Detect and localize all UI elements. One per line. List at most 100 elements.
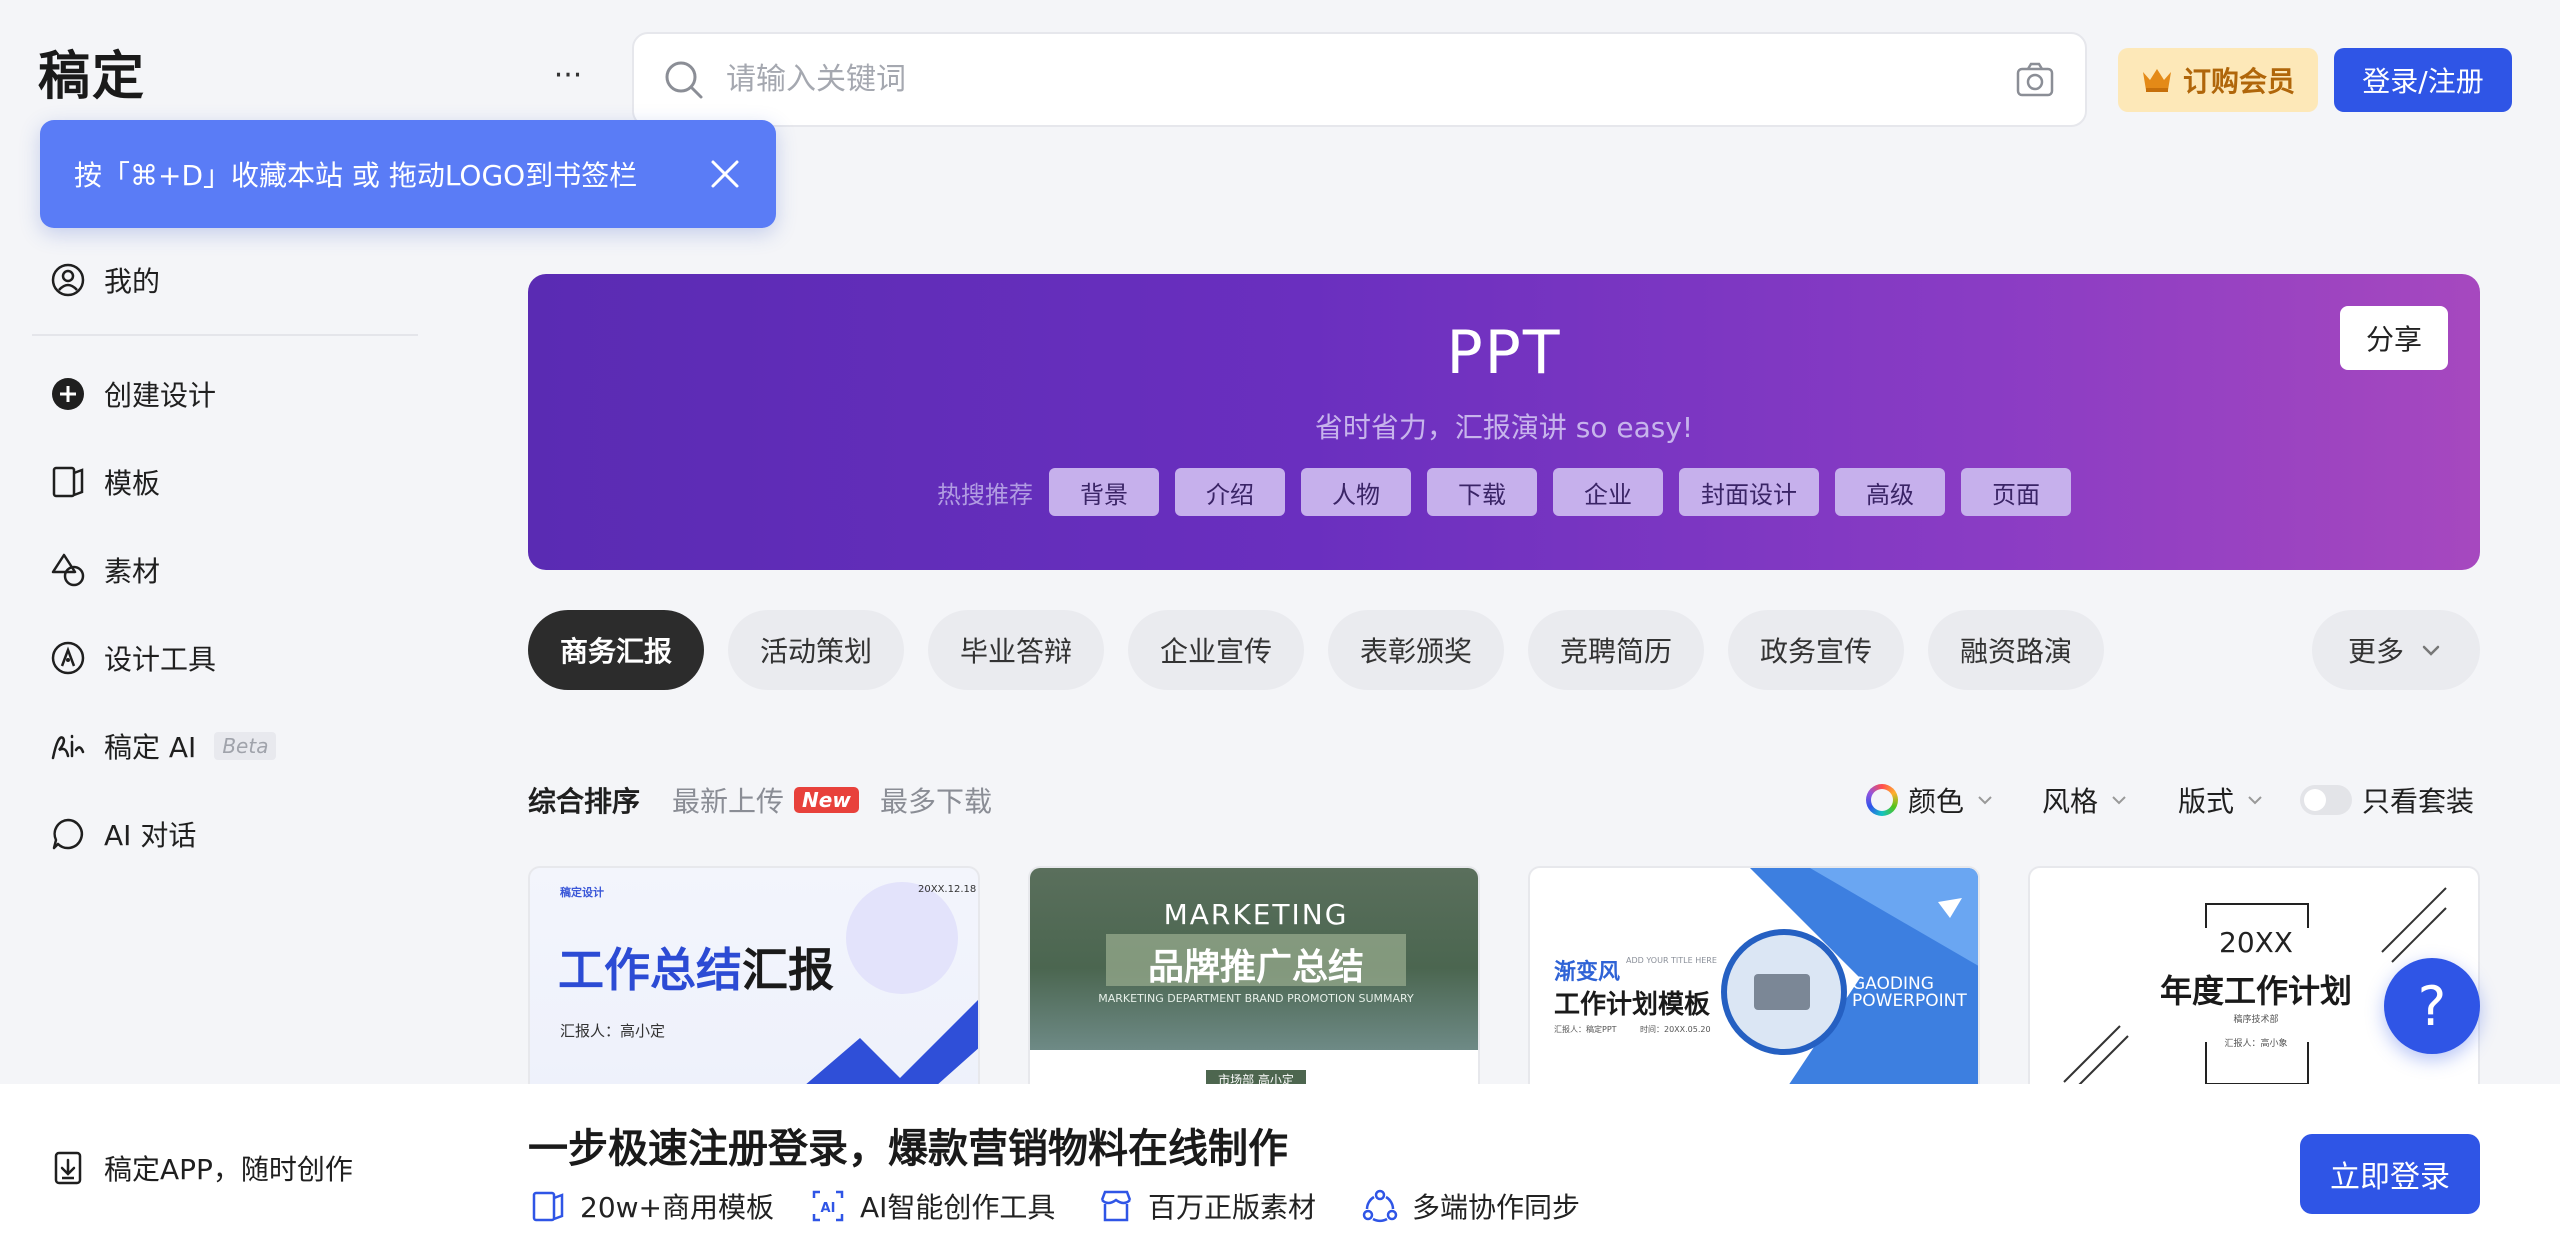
template-icon xyxy=(52,466,84,498)
sort-label: 综合排序 xyxy=(528,785,641,818)
ai-icon: AI xyxy=(812,1190,844,1222)
banner-subtitle: 省时省力，汇报演讲 so easy! xyxy=(1314,411,1694,444)
sidebar-item-label: 我的 xyxy=(104,265,161,298)
hot-tag[interactable]: 封面设计 xyxy=(1679,468,1819,516)
sets-only-toggle[interactable] xyxy=(2300,785,2352,815)
card-reporter: 汇报人：高小定 xyxy=(560,1022,666,1040)
sort-newest[interactable]: 最新上传 New xyxy=(672,780,859,820)
chevron-down-icon xyxy=(2112,796,2126,805)
shapes-icon xyxy=(51,553,85,587)
template-card[interactable]: MARKETING 品牌推广总结 MARKETING DEPARTMENT BR… xyxy=(1028,866,1480,1096)
filter-style[interactable]: 风格 xyxy=(2042,780,2130,820)
chat-bubble-icon xyxy=(52,818,84,850)
color-wheel-icon xyxy=(1866,784,1898,816)
chevron-down-icon xyxy=(1978,796,1992,805)
ai-signature-icon xyxy=(51,734,85,760)
sidebar-item-label: 创建设计 xyxy=(104,379,217,412)
pen-tool-icon xyxy=(51,641,85,675)
feature-materials: 百万正版素材 xyxy=(1098,1186,1316,1226)
card-brand: 稿定设计 xyxy=(560,886,604,899)
sidebar-item-gaoding-ai[interactable]: 稿定 AI Beta xyxy=(50,722,277,770)
category-pill[interactable]: 融资路演 xyxy=(1928,610,2104,690)
sort-label: 最新上传 xyxy=(672,785,785,818)
template-card[interactable]: 稿定设计 20XX.12.18 工作总结 汇报 汇报人：高小定 xyxy=(528,866,980,1096)
hot-tag[interactable]: 人物 xyxy=(1301,468,1411,516)
new-badge: New xyxy=(794,787,859,813)
filter-layout[interactable]: 版式 xyxy=(2178,780,2266,820)
sidebar-item-create-design[interactable]: 创建设计 xyxy=(50,370,216,418)
feature-sync: 多端协作同步 xyxy=(1362,1186,1580,1226)
category-pill[interactable]: 竞聘简历 xyxy=(1528,610,1704,690)
more-label: 更多 xyxy=(2347,635,2404,668)
card-title: 汇报 xyxy=(742,943,834,997)
card-title-accent: 工作总结 xyxy=(558,943,742,997)
hot-tag[interactable]: 高级 xyxy=(1835,468,1945,516)
category-pill[interactable]: 企业宣传 xyxy=(1128,610,1304,690)
filter-label: 版式 xyxy=(2178,785,2235,818)
plus-circle-icon xyxy=(52,378,84,410)
sidebar-item-templates[interactable]: 模板 xyxy=(50,458,160,506)
card-eyebrow: MARKETING xyxy=(1163,898,1349,931)
category-more-button[interactable]: 更多 xyxy=(2312,610,2480,690)
card-reporter: 汇报人：稿定PPT xyxy=(1554,1025,1617,1034)
card-tagline: ADD YOUR TITLE HERE xyxy=(1626,956,1717,965)
sidebar-item-app-download[interactable]: 稿定APP，随时创作 xyxy=(50,1148,353,1188)
sidebar-item-label: AI 对话 xyxy=(104,819,197,852)
template-icon xyxy=(532,1191,564,1222)
vip-label: 订购会员 xyxy=(2182,65,2295,98)
user-icon xyxy=(51,263,85,297)
logo[interactable]: 稿定 xyxy=(38,34,146,109)
template-card[interactable]: 渐变风 ADD YOUR TITLE HERE 工作计划模板 汇报人：稿定PPT… xyxy=(1528,866,1980,1096)
help-button[interactable]: ? xyxy=(2384,958,2480,1054)
app-download-label: 稿定APP，随时创作 xyxy=(104,1153,353,1186)
sidebar-item-ai-chat[interactable]: AI 对话 xyxy=(50,810,196,858)
login-register-button[interactable]: 登录/注册 xyxy=(2334,48,2512,112)
sidebar-item-materials[interactable]: 素材 xyxy=(50,546,160,594)
login-now-button[interactable]: 立即登录 xyxy=(2300,1134,2480,1214)
category-pill-business-report[interactable]: 商务汇报 xyxy=(528,610,704,690)
hot-tag[interactable]: 背景 xyxy=(1049,468,1159,516)
camera-icon[interactable] xyxy=(2013,58,2057,102)
card-date: 20XX.12.18 xyxy=(918,884,977,895)
card-year: 20XX xyxy=(2219,926,2293,959)
sort-most-downloads[interactable]: 最多下载 xyxy=(880,780,992,820)
card-brand: GAODING POWERPOINT xyxy=(1852,974,1967,1011)
hot-tag[interactable]: 下载 xyxy=(1427,468,1537,516)
crown-icon xyxy=(2142,69,2171,92)
search-input[interactable] xyxy=(726,62,2013,97)
feature-label: AI智能创作工具 xyxy=(860,1191,1056,1224)
feature-ai-tools: AI AI智能创作工具 xyxy=(810,1186,1055,1226)
category-pill[interactable]: 表彰颁奖 xyxy=(1328,610,1504,690)
category-pill[interactable]: 活动策划 xyxy=(728,610,904,690)
hot-search-row: 热搜推荐 背景 介绍 人物 下载 企业 封面设计 高级 页面 xyxy=(528,468,2480,516)
sort-comprehensive[interactable]: 综合排序 xyxy=(528,780,640,820)
sidebar-item-label: 模板 xyxy=(104,467,161,500)
tooltip-text: 按「⌘+D」收藏本站 或 拖动LOGO到书签栏 xyxy=(74,159,638,192)
collaboration-icon xyxy=(1362,1189,1398,1223)
category-pill[interactable]: 毕业答辩 xyxy=(928,610,1104,690)
hot-tag[interactable]: 页面 xyxy=(1961,468,2071,516)
category-pill[interactable]: 政务宣传 xyxy=(1728,610,1904,690)
sidebar-item-mine[interactable]: 我的 xyxy=(50,256,160,304)
hot-search-label: 热搜推荐 xyxy=(937,480,1033,509)
ppt-banner: PPT 省时省力，汇报演讲 so easy! 热搜推荐 背景 介绍 人物 下载 … xyxy=(528,274,2480,570)
subscribe-vip-button[interactable]: 订购会员 xyxy=(2118,48,2318,112)
card-title-accent: 渐变风 xyxy=(1554,960,1621,985)
hot-tag[interactable]: 介绍 xyxy=(1175,468,1285,516)
hot-tag[interactable]: 企业 xyxy=(1553,468,1663,516)
bookmark-tooltip: 按「⌘+D」收藏本站 或 拖动LOGO到书签栏 xyxy=(40,120,776,228)
filter-color[interactable]: 颜色 xyxy=(1866,780,1996,820)
search-box[interactable] xyxy=(632,32,2087,127)
filter-label: 风格 xyxy=(2042,785,2099,818)
sidebar-item-design-tools[interactable]: 设计工具 xyxy=(50,634,216,682)
sidebar-divider xyxy=(32,334,418,336)
share-button[interactable]: 分享 xyxy=(2340,306,2448,370)
feature-label: 多端协作同步 xyxy=(1412,1191,1581,1224)
close-icon[interactable] xyxy=(708,157,742,191)
feature-templates: 20w+商用模板 xyxy=(530,1186,774,1226)
more-menu-button[interactable]: ··· xyxy=(548,56,588,96)
feature-label: 20w+商用模板 xyxy=(580,1191,774,1224)
filter-sets-only[interactable]: 只看套装 xyxy=(2300,780,2474,820)
chevron-down-icon xyxy=(2422,645,2440,656)
svg-text:AI: AI xyxy=(821,1201,836,1216)
